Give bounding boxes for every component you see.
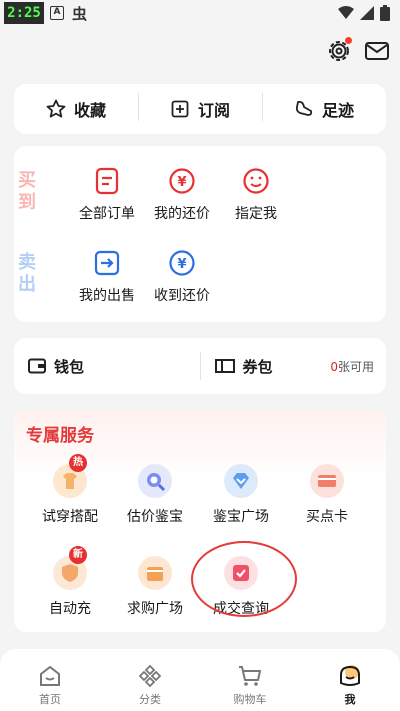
status-time: 2:25 [4,2,44,24]
buy-card-icon [310,464,344,498]
wanted-square-label: 求购广场 [127,601,183,617]
auto-recharge-label: 自动充 [49,601,91,617]
received-counteroffer-button[interactable]: ¥ 收到还价 [137,249,227,305]
footprint-label: 足迹 [321,101,354,120]
appraisal-square-button[interactable]: 鉴宝广场 [196,464,286,526]
appraisal-icon [138,464,172,498]
coupon-available-count: 0张可用 [330,359,374,374]
home-icon [40,665,60,686]
subscribe-label: 订阅 [197,101,230,120]
status-right [338,5,390,21]
subscribe-icon [171,100,189,118]
signal-icon [360,6,374,20]
coupon-label: 券包 [242,357,273,376]
nav-me[interactable]: 我 [300,649,400,711]
app-notification-icon: A [50,6,64,20]
sell-section-label: 卖出 [18,252,36,295]
wifi-icon [338,6,354,19]
subscribe-button[interactable]: 订阅 [138,93,262,121]
nav-home-label: 首页 [39,693,61,706]
footprint-button[interactable]: 足迹 [262,93,386,121]
all-orders-icon [95,167,119,195]
wallet-icon [28,358,46,374]
battery-icon [380,5,390,21]
services-title: 专属服务 [26,426,94,446]
hot-badge: 热 [69,454,87,472]
message-envelope-icon[interactable] [364,38,390,64]
nav-category[interactable]: 分类 [100,649,200,711]
svg-text:¥: ¥ [177,257,186,272]
received-counteroffer-icon: ¥ [169,250,195,276]
status-bar: 2:25 A 虫 [0,0,400,28]
designated-me-button[interactable]: 指定我 [211,167,301,223]
buy-section-label: 买到 [18,170,36,213]
category-icon [138,664,162,688]
wallet-card: 钱包 券包 0张可用 [14,338,386,394]
highlight-annotation-circle [191,541,297,617]
wallet-label: 钱包 [54,357,85,376]
try-on-label: 试穿搭配 [42,509,98,525]
designated-me-label: 指定我 [235,206,277,222]
star-icon [46,99,66,118]
appraisal-label: 估价鉴宝 [127,509,183,525]
svg-text:¥: ¥ [177,175,186,190]
nav-me-label: 我 [344,693,356,706]
new-badge: 新 [69,546,87,564]
nav-home[interactable]: 首页 [0,649,100,711]
wallet-button[interactable]: 钱包 [14,356,200,377]
wanted-square-button[interactable]: 求购广场 [110,556,200,618]
quick-links-card: 收藏 订阅 足迹 [14,84,386,134]
nav-cart[interactable]: 购物车 [200,649,300,711]
notification-dot [345,37,352,44]
my-counteroffer-icon: ¥ [169,168,195,194]
cart-icon [239,666,261,686]
designated-me-icon [243,168,269,194]
my-sales-icon [94,250,120,276]
favorites-button[interactable]: 收藏 [14,97,138,121]
bottom-navigation: 首页 分类 购物车 我 [0,649,400,711]
me-icon [340,665,360,686]
coupon-icon [214,359,235,373]
appraisal-square-label: 鉴宝广场 [213,509,269,525]
favorites-label: 收藏 [73,101,106,120]
buy-card-label: 买点卡 [306,509,348,525]
bug-notification-icon: 虫 [72,5,88,23]
auto-recharge-button[interactable]: 新 自动充 [25,546,115,618]
try-on-button[interactable]: 热 试穿搭配 [25,454,115,526]
buy-card-button[interactable]: 买点卡 [282,464,372,526]
nav-cart-label: 购物车 [233,693,267,706]
nav-category-label: 分类 [139,693,161,706]
footprint-icon [295,100,313,116]
appraisal-square-icon [224,464,258,498]
coupon-button[interactable]: 券包 0张可用 [201,356,387,377]
wanted-square-icon [138,556,172,590]
received-counteroffer-label: 收到还价 [154,288,210,304]
appraisal-button[interactable]: 估价鉴宝 [110,464,200,526]
